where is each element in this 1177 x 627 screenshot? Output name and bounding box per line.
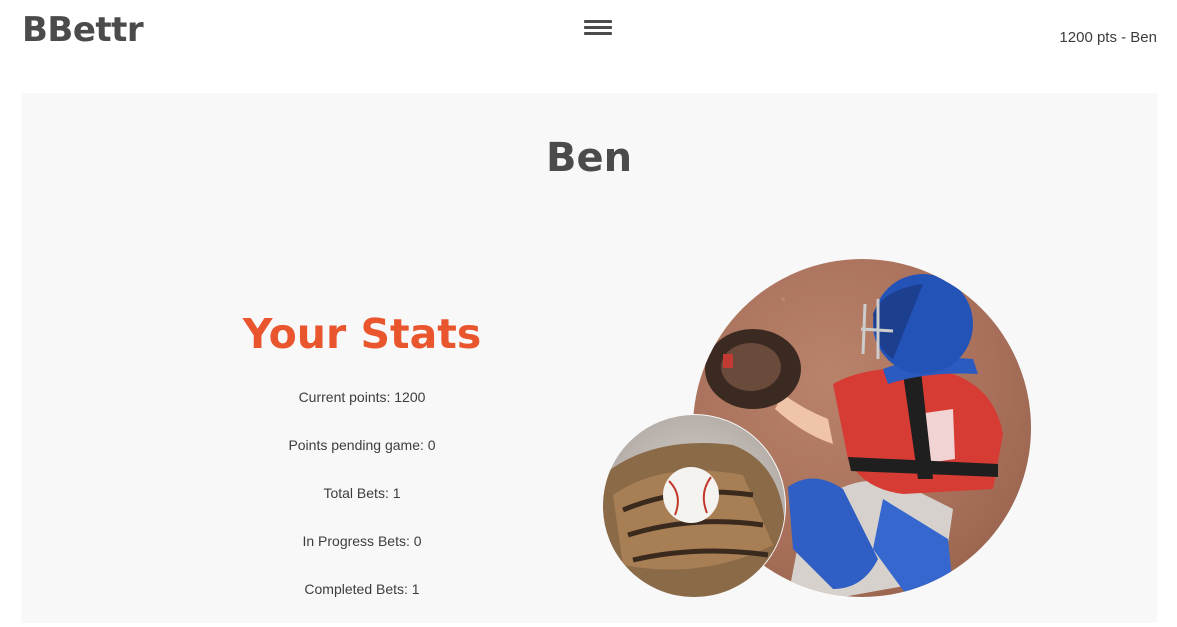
stat-points-pending: Points pending game: 0	[288, 437, 436, 453]
stat-completed-bets: Completed Bets: 1	[304, 581, 420, 597]
baseball-glove-photo	[602, 414, 786, 598]
profile-panel: Ben Your Stats Current points: 1200 Poin…	[21, 93, 1157, 623]
stats-section: Your Stats Current points: 1200 Points p…	[191, 309, 533, 627]
stat-current-points: Current points: 1200	[298, 389, 426, 405]
hamburger-menu-icon[interactable]	[584, 20, 612, 40]
profile-name: Ben	[545, 135, 633, 181]
stat-total-bets: Total Bets: 1	[323, 485, 401, 501]
stat-in-progress-bets: In Progress Bets: 0	[302, 533, 422, 549]
brand-logo[interactable]: BBettr	[22, 10, 144, 50]
user-points-label[interactable]: 1200 pts - Ben	[1059, 29, 1157, 46]
stats-title: Your Stats	[242, 310, 482, 358]
